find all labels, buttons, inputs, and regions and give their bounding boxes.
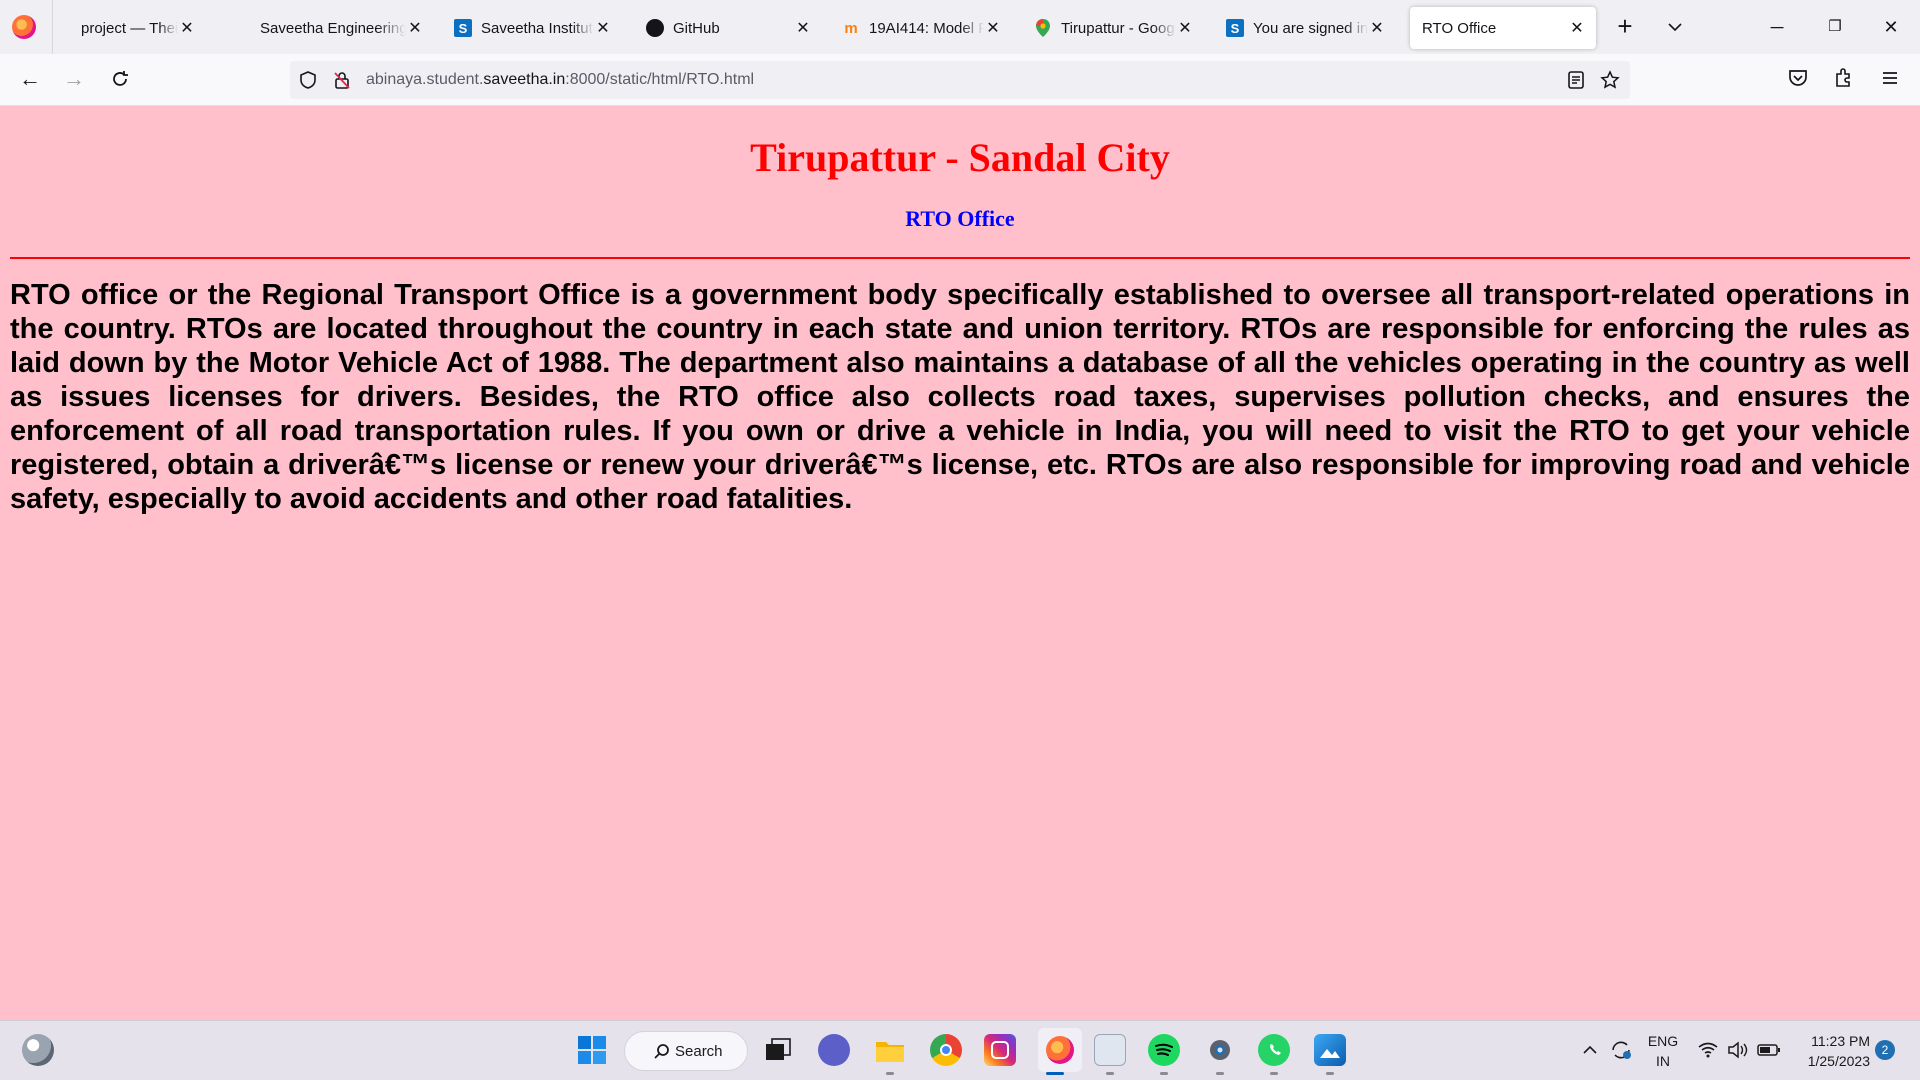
tab-label: project — Theia Multi-: [81, 19, 178, 37]
url-text[interactable]: abinaya.student.saveetha.in:8000/static/…: [366, 71, 754, 89]
whatsapp-icon[interactable]: [1258, 1034, 1290, 1066]
tab-rto-office[interactable]: RTO Office ✕: [1410, 7, 1596, 49]
close-tab-icon[interactable]: ✕: [594, 18, 612, 38]
search-icon: [654, 1044, 669, 1059]
pocket-icon[interactable]: [1786, 66, 1814, 94]
running-indicator: [1270, 1072, 1278, 1075]
url-suffix: :8000/static/html/RTO.html: [565, 71, 755, 88]
tab-label: 19AI414: Model Pr: [869, 19, 984, 37]
shield-icon[interactable]: [298, 70, 318, 90]
tab-moodle[interactable]: m 19AI414: Model Pr ✕: [830, 7, 1012, 49]
bookmark-star-icon[interactable]: [1600, 70, 1620, 90]
close-tab-icon[interactable]: ✕: [406, 18, 424, 38]
tab-label: Saveetha Engineering C: [260, 19, 406, 37]
instagram-icon[interactable]: [984, 1034, 1016, 1066]
tab-theia[interactable]: project — Theia Multi- ✕: [56, 7, 206, 49]
s-logo-icon: S: [1226, 19, 1244, 37]
running-indicator: [886, 1072, 894, 1075]
close-tab-icon[interactable]: ✕: [1568, 18, 1586, 38]
chevron-up-icon[interactable]: [1580, 1034, 1600, 1066]
spotify-icon[interactable]: [1148, 1034, 1180, 1066]
close-window-icon[interactable]: ✕: [1876, 12, 1906, 42]
firefox-taskbar-button[interactable]: [1038, 1028, 1082, 1072]
start-windows-icon[interactable]: [576, 1034, 608, 1066]
close-tab-icon[interactable]: ✕: [178, 18, 196, 38]
moodle-icon: m: [844, 19, 858, 37]
url-domain: saveetha.in: [483, 71, 566, 88]
reader-view-icon[interactable]: [1566, 70, 1586, 90]
web-page: Tirupattur - Sandal City RTO Office RTO …: [0, 106, 1920, 1020]
horizontal-rule: [10, 257, 1910, 259]
new-tab-button[interactable]: +: [1610, 12, 1640, 42]
clock-time: 11:23 PM: [1811, 1033, 1870, 1049]
running-indicator: [1106, 1072, 1114, 1075]
tab-label: You are signed in as: [1253, 19, 1368, 37]
body-paragraph: RTO office or the Regional Transport Off…: [10, 279, 1910, 515]
clock[interactable]: 11:23 PM 1/25/2023: [1790, 1031, 1870, 1071]
tab-bar: project — Theia Multi- ✕ Saveetha Engine…: [0, 0, 1920, 54]
tab-github[interactable]: GitHub ✕: [634, 7, 822, 49]
settings-gear-icon[interactable]: [1204, 1034, 1236, 1066]
tab-label: GitHub: [673, 19, 720, 37]
taskbar-search[interactable]: Search: [624, 1031, 748, 1071]
chrome-icon[interactable]: [930, 1034, 962, 1066]
battery-icon[interactable]: [1756, 1034, 1782, 1066]
language-indicator[interactable]: ENG IN: [1644, 1031, 1682, 1071]
close-tab-icon[interactable]: ✕: [1176, 18, 1194, 38]
s-logo-icon: S: [454, 19, 472, 37]
reload-icon[interactable]: [104, 64, 136, 96]
github-icon: [646, 19, 664, 37]
tab-saveetha-engineering[interactable]: Saveetha Engineering C ✕: [248, 7, 434, 49]
notification-badge[interactable]: 2: [1875, 1040, 1895, 1060]
language-code: ENG: [1647, 1033, 1679, 1049]
hamburger-menu-icon[interactable]: [1878, 66, 1906, 94]
windows-taskbar: Search ENG IN 11:23 PM 1/25/2023 2: [0, 1020, 1920, 1080]
browser-app-icon[interactable]: [1094, 1034, 1126, 1066]
tab-label: RTO Office: [1422, 19, 1497, 37]
widgets-icon[interactable]: [22, 1034, 54, 1066]
tab-google-maps[interactable]: Tirupattur - Google ✕: [1022, 7, 1204, 49]
search-label: Search: [675, 1042, 723, 1060]
photos-icon[interactable]: [1314, 1034, 1346, 1066]
sync-icon[interactable]: [1608, 1034, 1634, 1066]
tab-signed-in[interactable]: S You are signed in as ✕: [1214, 7, 1396, 49]
navigation-toolbar: ← → abinaya.student.saveetha.in:8000/sta…: [0, 54, 1920, 106]
restore-icon[interactable]: ❐: [1820, 12, 1850, 42]
back-arrow-icon[interactable]: ←: [14, 64, 46, 96]
region-code: IN: [1656, 1053, 1670, 1069]
tab-label: Saveetha Institute of: [481, 19, 594, 37]
page-subtitle: RTO Office: [905, 206, 1015, 231]
tab-label: Tirupattur - Google: [1061, 19, 1176, 37]
wifi-icon[interactable]: [1696, 1034, 1720, 1066]
close-tab-icon[interactable]: ✕: [984, 18, 1002, 38]
file-explorer-icon[interactable]: [874, 1034, 906, 1066]
active-indicator: [1046, 1072, 1064, 1075]
task-view-icon[interactable]: [762, 1034, 794, 1066]
clock-date: 1/25/2023: [1807, 1053, 1870, 1069]
maps-pin-icon: [1034, 19, 1052, 37]
teams-chat-icon[interactable]: [818, 1034, 850, 1066]
page-title: Tirupattur - Sandal City: [750, 135, 1170, 180]
tab-separator: [52, 0, 53, 54]
close-tab-icon[interactable]: ✕: [794, 18, 812, 38]
extensions-icon[interactable]: [1832, 66, 1860, 94]
volume-icon[interactable]: [1726, 1034, 1750, 1066]
running-indicator: [1216, 1072, 1224, 1075]
minimize-icon[interactable]: ─: [1762, 12, 1792, 42]
insecure-lock-icon[interactable]: [332, 70, 352, 90]
firefox-icon[interactable]: [12, 15, 36, 39]
url-prefix: abinaya.student.: [366, 71, 484, 88]
list-all-tabs-icon[interactable]: [1660, 12, 1690, 42]
address-bar[interactable]: abinaya.student.saveetha.in:8000/static/…: [290, 61, 1630, 99]
close-tab-icon[interactable]: ✕: [1368, 18, 1386, 38]
running-indicator: [1326, 1072, 1334, 1075]
tab-saveetha-institute[interactable]: S Saveetha Institute of ✕: [442, 7, 622, 49]
running-indicator: [1160, 1072, 1168, 1075]
forward-arrow-icon[interactable]: →: [58, 64, 90, 96]
firefox-icon: [1046, 1036, 1074, 1064]
